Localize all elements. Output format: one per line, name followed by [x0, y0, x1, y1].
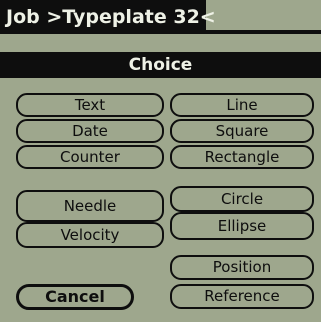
- square-button[interactable]: Square: [170, 119, 314, 143]
- choice-dialog: Choice Text Date Counter Needle Velocity…: [0, 40, 321, 322]
- cancel-button[interactable]: Cancel: [16, 284, 134, 310]
- date-button[interactable]: Date: [16, 119, 164, 143]
- line-button[interactable]: Line: [170, 93, 314, 117]
- needle-button[interactable]: Needle: [16, 190, 164, 222]
- reference-button[interactable]: Reference: [170, 284, 314, 309]
- dialog-title: Choice: [0, 52, 321, 78]
- position-button[interactable]: Position: [170, 255, 314, 280]
- title-underline: [206, 30, 321, 34]
- circle-button[interactable]: Circle: [170, 186, 314, 212]
- counter-button[interactable]: Counter: [16, 145, 164, 169]
- ellipse-button[interactable]: Ellipse: [170, 212, 314, 240]
- velocity-button[interactable]: Velocity: [16, 222, 164, 248]
- title-bar: Job >Typeplate 32<: [0, 0, 321, 37]
- rectangle-button[interactable]: Rectangle: [170, 145, 314, 169]
- text-button[interactable]: Text: [16, 93, 164, 117]
- app-title[interactable]: Job >Typeplate 32<: [0, 0, 216, 34]
